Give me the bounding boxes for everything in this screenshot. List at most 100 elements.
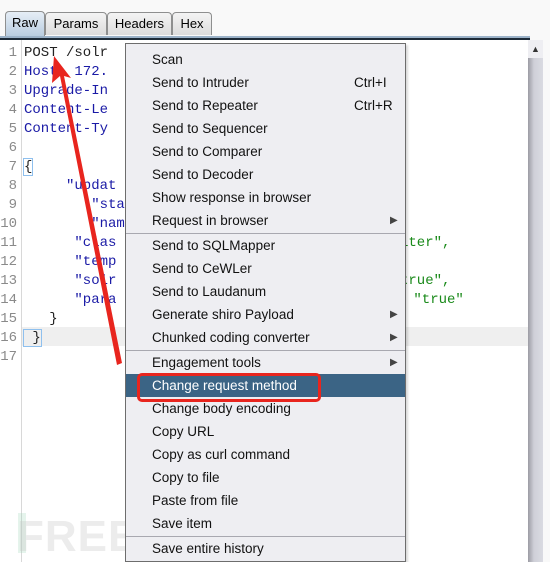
menu-item-engagement-tools[interactable]: Engagement tools ▶ [126, 351, 405, 374]
line-number: 8 [8, 178, 17, 194]
tab-params[interactable]: Params [45, 12, 107, 35]
menu-item-send-to-sqlmapper[interactable]: Send to SQLMapper [126, 234, 405, 257]
code-line: Upgrade-In [24, 82, 108, 101]
code-line-tail: iter", [400, 235, 451, 251]
code-line-text: } [23, 329, 42, 347]
code-line: "sta [24, 196, 125, 215]
code-line-text: Host: 172. [24, 64, 109, 80]
code-line: } [23, 329, 42, 348]
line-number: 14 [0, 292, 17, 308]
code-line: } [24, 310, 58, 329]
menu-item-scan[interactable]: Scan [126, 48, 405, 71]
line-number: 15 [0, 311, 17, 327]
menu-item-shortcut: Ctrl+R [354, 98, 393, 113]
right-margin [543, 0, 550, 562]
submenu-arrow-icon: ▶ [390, 309, 398, 320]
code-line-tail: true", [400, 273, 451, 289]
menu-item-label: Show response in browser [152, 190, 312, 205]
menu-item-label: Send to Repeater [152, 98, 258, 113]
submenu-arrow-icon: ▶ [390, 357, 398, 368]
code-line-text: { [22, 158, 34, 176]
menu-item-shortcut: Ctrl+I [354, 75, 387, 90]
menu-item-chunked-coding-converter[interactable]: Chunked coding converter ▶ [126, 326, 405, 349]
line-number: 2 [8, 64, 17, 80]
code-line-text: "solr [24, 273, 117, 289]
tab-headers[interactable]: Headers [107, 12, 172, 35]
code-line: "solr true", [24, 272, 450, 291]
menu-item-label: Send to Sequencer [152, 121, 268, 136]
code-line: "clas iter", [24, 234, 450, 253]
menu-item-label: Save entire history [152, 541, 264, 556]
code-line: Host: 172. [24, 63, 108, 82]
code-line-text: Content-Ty [24, 121, 109, 137]
menu-item-label: Copy URL [152, 424, 215, 439]
menu-item-copy-url[interactable]: Copy URL [126, 420, 405, 443]
menu-item-label: Scan [152, 52, 183, 67]
code-line-text: Content-Le [24, 102, 109, 118]
code-line: { [22, 158, 34, 177]
menu-item-label: Send to Intruder [152, 75, 249, 90]
code-line-text: POST /solr [24, 45, 109, 61]
annotation-highlight-box [137, 373, 321, 402]
menu-item-label: Chunked coding converter [152, 330, 310, 345]
vertical-scrollbar[interactable]: ▲ [528, 40, 543, 562]
code-line-text: } [24, 311, 58, 327]
menu-item-label: Generate shiro Payload [152, 307, 294, 322]
menu-item-save-item[interactable]: Save item [126, 512, 405, 535]
menu-item-label: Engagement tools [152, 355, 261, 370]
code-line-text: "temp [24, 254, 117, 270]
line-number: 7 [8, 159, 17, 175]
code-line: Content-Le [24, 101, 108, 120]
menu-item-label: Send to CeWLer [152, 261, 252, 276]
line-number: 17 [0, 349, 17, 365]
line-number: 1 [8, 45, 17, 61]
menu-item-send-to-intruder[interactable]: Send to Intruder Ctrl+I [126, 71, 405, 94]
menu-item-label: Send to Laudanum [152, 284, 267, 299]
submenu-arrow-icon: ▶ [390, 215, 398, 226]
code-line: "para "true" [24, 291, 463, 310]
menu-item-paste-from-file[interactable]: Paste from file [126, 489, 405, 512]
menu-item-label: Copy to file [152, 470, 220, 485]
menu-item-label: Paste from file [152, 493, 239, 508]
menu-item-send-to-repeater[interactable]: Send to Repeater Ctrl+R [126, 94, 405, 117]
code-line: "temp [24, 253, 116, 272]
tab-hex[interactable]: Hex [172, 12, 212, 35]
menu-item-send-to-laudanum[interactable]: Send to Laudanum [126, 280, 405, 303]
code-line-text: "nam [24, 216, 125, 232]
line-number-gutter: 1 2 3 4 5 6 7 8 9 10 11 12 13 14 15 16 17 [0, 40, 22, 562]
menu-item-send-to-sequencer[interactable]: Send to Sequencer [126, 117, 405, 140]
code-line-text: Upgrade-In [24, 83, 109, 99]
menu-item-copy-as-curl-command[interactable]: Copy as curl command [126, 443, 405, 466]
code-line-text: "updat [24, 178, 117, 194]
menu-item-request-in-browser[interactable]: Request in browser ▶ [126, 209, 405, 232]
menu-item-copy-to-file[interactable]: Copy to file [126, 466, 405, 489]
line-number: 11 [0, 235, 17, 251]
menu-item-save-entire-history[interactable]: Save entire history [126, 537, 405, 560]
code-line: POST /solr [24, 44, 108, 63]
code-line: Content-Ty [24, 120, 108, 139]
menu-item-show-response-in-browser[interactable]: Show response in browser [126, 186, 405, 209]
menu-item-send-to-comparer[interactable]: Send to Comparer [126, 140, 405, 163]
menu-item-label: Save item [152, 516, 213, 531]
line-number: 13 [0, 273, 17, 289]
line-number: 12 [0, 254, 17, 270]
code-line-text: "sta [24, 197, 125, 213]
menu-item-send-to-cewler[interactable]: Send to CeWLer [126, 257, 405, 280]
context-menu: Scan Send to Intruder Ctrl+I Send to Repeat… [125, 43, 406, 562]
submenu-arrow-icon: ▶ [390, 332, 398, 343]
menu-item-generate-shiro-payload[interactable]: Generate shiro Payload ▶ [126, 303, 405, 326]
line-number: 3 [8, 83, 17, 99]
menu-item-label: Send to Decoder [152, 167, 254, 182]
line-number: 4 [8, 102, 17, 118]
scroll-up-arrow-icon[interactable]: ▲ [528, 40, 543, 58]
message-tabs: Raw Params Headers Hex [0, 0, 550, 38]
menu-item-label: Send to SQLMapper [152, 238, 276, 253]
menu-item-label: Send to Comparer [152, 144, 263, 159]
line-number: 16 [0, 330, 17, 346]
line-number: 10 [0, 216, 17, 232]
tab-raw[interactable]: Raw [5, 11, 45, 36]
menu-item-send-to-decoder[interactable]: Send to Decoder [126, 163, 405, 186]
line-number: 9 [8, 197, 17, 213]
code-line: "nam [24, 215, 125, 234]
code-line: "updat [24, 177, 116, 196]
